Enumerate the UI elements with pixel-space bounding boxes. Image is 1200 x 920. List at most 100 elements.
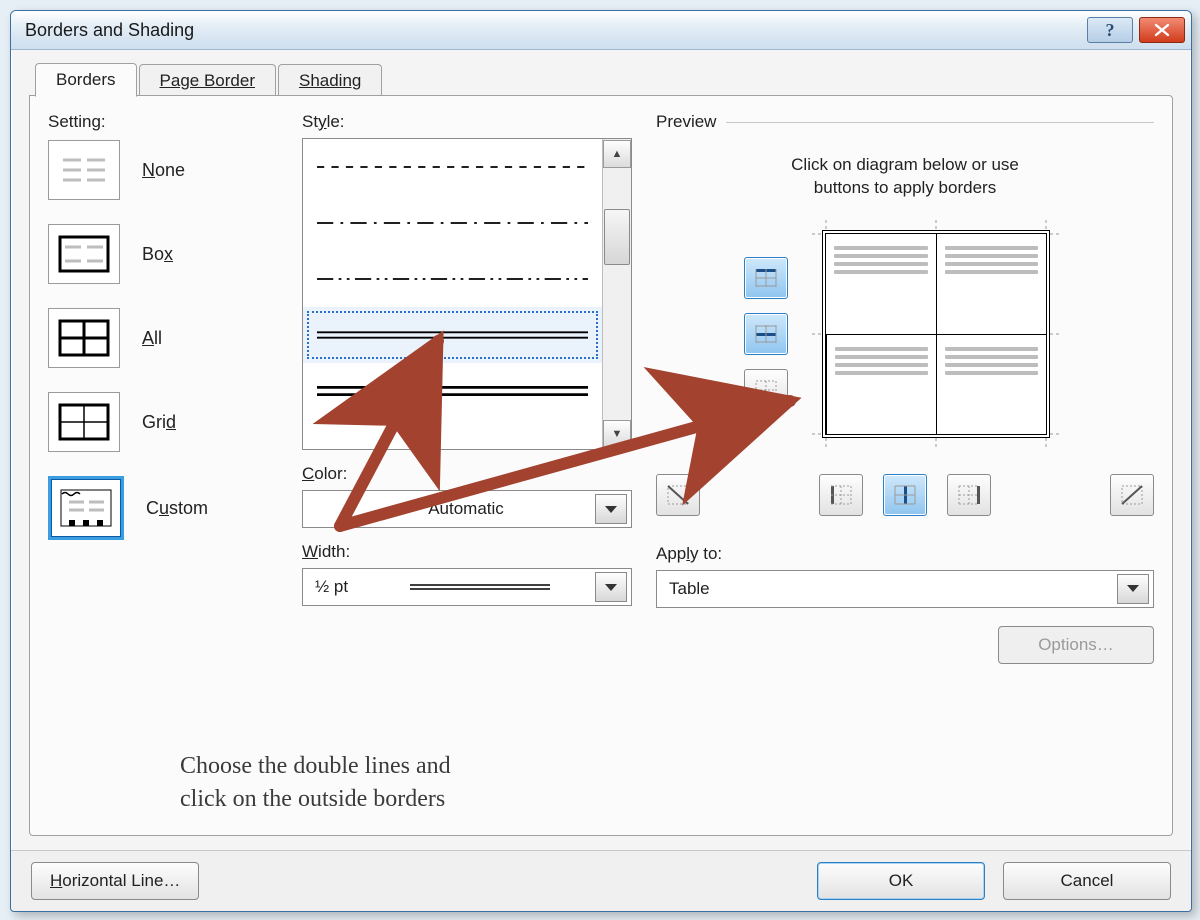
setting-box-label: Box <box>142 244 173 265</box>
help-icon: ? <box>1106 20 1115 41</box>
preview-label: Preview <box>656 112 716 132</box>
window-buttons: ? <box>1087 17 1185 43</box>
style-dash-dot[interactable] <box>303 195 602 251</box>
tab-shading-label: Shading <box>299 71 361 90</box>
setting-grid-label: Grid <box>142 412 176 433</box>
setting-box[interactable]: Box <box>48 224 278 284</box>
border-top-icon <box>754 267 778 289</box>
close-icon <box>1153 23 1171 37</box>
ok-button[interactable]: OK <box>817 862 985 900</box>
color-dropdown-button[interactable] <box>595 494 627 524</box>
width-dropdown[interactable]: ½ pt <box>302 568 632 606</box>
options-button-label: Options… <box>1038 635 1114 655</box>
style-double-thin[interactable] <box>303 307 602 363</box>
diag-up-icon <box>1120 484 1144 506</box>
border-middle-icon <box>754 323 778 345</box>
setting-all[interactable]: All <box>48 308 278 368</box>
border-left-icon <box>829 484 853 506</box>
edge-buttons-vertical <box>744 257 788 411</box>
border-right-button[interactable] <box>947 474 991 516</box>
width-dropdown-button[interactable] <box>595 572 627 602</box>
horizontal-line-label: Horizontal Line… <box>50 871 180 891</box>
setting-none-label: None <box>142 160 185 181</box>
setting-grid-icon <box>48 392 120 452</box>
annotation-line-2: click on the outside borders <box>180 783 451 815</box>
preview-cell-bl[interactable] <box>826 334 936 434</box>
setting-none-icon <box>48 140 120 200</box>
titlebar[interactable]: Borders and Shading ? <box>11 11 1191 50</box>
setting-custom-icon <box>48 476 124 540</box>
dialog-footer: Horizontal Line… OK Cancel <box>11 850 1191 911</box>
border-left-button[interactable] <box>819 474 863 516</box>
color-label: Color: <box>302 464 632 484</box>
style-scrollbar[interactable]: ▲ ▼ <box>602 139 631 449</box>
preview-cell-tl[interactable] <box>826 234 936 334</box>
style-label: Style: <box>302 112 632 132</box>
preview-main <box>656 214 1154 454</box>
style-dash-dot-dot[interactable] <box>303 251 602 307</box>
preview-hint-1: Click on diagram below or use <box>656 154 1154 177</box>
style-list <box>303 139 602 449</box>
preview-group: Preview Click on diagram below or use bu… <box>656 112 1154 817</box>
tab-shading[interactable]: Shading <box>278 64 382 97</box>
border-bottom-icon <box>754 379 778 401</box>
width-sample <box>365 577 595 597</box>
tab-page-border-label: Page Border <box>160 71 255 90</box>
close-button[interactable] <box>1139 17 1185 43</box>
annotation-line-1: Choose the double lines and <box>180 750 451 782</box>
scroll-down-button[interactable]: ▼ <box>603 420 631 448</box>
tab-page-border[interactable]: Page Border <box>139 64 276 97</box>
border-inside-horizontal-button[interactable] <box>744 313 788 355</box>
border-diag-down-button[interactable] <box>656 474 700 516</box>
apply-to-value: Table <box>669 579 1117 599</box>
preview-divider <box>726 122 1154 123</box>
style-group: Style: <box>302 112 632 817</box>
border-diag-up-button[interactable] <box>1110 474 1154 516</box>
dialog-title: Borders and Shading <box>25 20 194 41</box>
setting-group: Setting: None Box <box>48 112 278 817</box>
width-field: Width: ½ pt <box>302 542 632 606</box>
border-right-icon <box>957 484 981 506</box>
apply-to-dropdown[interactable]: Table <box>656 570 1154 608</box>
apply-to-label: Apply to: <box>656 544 1154 564</box>
width-value: ½ pt <box>315 577 365 597</box>
color-dropdown[interactable]: Automatic <box>302 490 632 528</box>
border-inside-vertical-button[interactable] <box>883 474 927 516</box>
cancel-label: Cancel <box>1061 871 1114 891</box>
scroll-up-button[interactable]: ▲ <box>603 140 631 168</box>
help-button[interactable]: ? <box>1087 17 1133 43</box>
style-listbox[interactable]: ▲ ▼ <box>302 138 632 450</box>
preview-diagram[interactable] <box>822 230 1050 438</box>
options-button: Options… <box>998 626 1154 664</box>
style-dashed[interactable] <box>303 139 602 195</box>
apply-to-dropdown-button[interactable] <box>1117 574 1149 604</box>
setting-box-icon <box>48 224 120 284</box>
tab-strip: Borders Page Border Shading <box>29 62 1173 96</box>
cancel-button[interactable]: Cancel <box>1003 862 1171 900</box>
setting-list: None Box All <box>48 140 278 540</box>
preview-hint-2: buttons to apply borders <box>656 177 1154 200</box>
preview-cell-tr[interactable] <box>936 234 1046 334</box>
setting-label: Setting: <box>48 112 278 132</box>
scroll-thumb[interactable] <box>604 209 630 265</box>
border-top-button[interactable] <box>744 257 788 299</box>
scroll-track[interactable] <box>603 169 631 419</box>
setting-custom[interactable]: Custom <box>48 476 278 540</box>
horizontal-line-button[interactable]: Horizontal Line… <box>31 862 199 900</box>
annotation-text: Choose the double lines and click on the… <box>180 750 451 815</box>
setting-none[interactable]: None <box>48 140 278 200</box>
preview-hint: Click on diagram below or use buttons to… <box>656 154 1154 200</box>
style-double-thick[interactable] <box>303 363 602 419</box>
setting-grid[interactable]: Grid <box>48 392 278 452</box>
edge-buttons-horizontal <box>656 474 1154 516</box>
borders-shading-dialog: Borders and Shading ? Borders Page Borde… <box>10 10 1192 912</box>
dialog-body: Borders Page Border Shading Setting: Non… <box>11 50 1191 850</box>
diag-down-icon <box>666 484 690 506</box>
setting-all-icon <box>48 308 120 368</box>
border-bottom-button[interactable] <box>744 369 788 411</box>
preview-cell-br[interactable] <box>936 334 1046 434</box>
tab-borders[interactable]: Borders <box>35 63 137 97</box>
ok-label: OK <box>889 871 914 891</box>
color-value: Automatic <box>337 499 595 519</box>
setting-all-label: All <box>142 328 162 349</box>
